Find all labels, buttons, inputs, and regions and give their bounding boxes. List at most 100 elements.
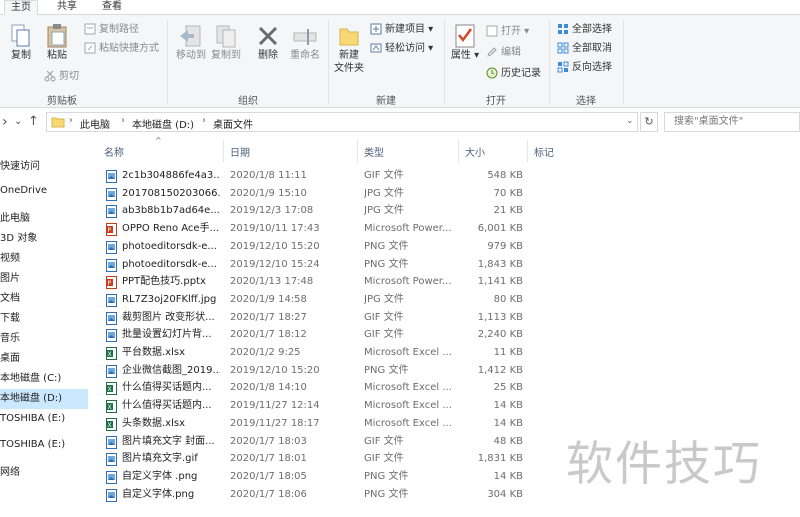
breadcrumb-desktop-files[interactable]: 桌面文件 xyxy=(213,116,253,131)
sidebar-item[interactable]: 桌面 xyxy=(0,349,88,369)
refresh-button[interactable]: ↻ xyxy=(640,112,658,132)
paste-button[interactable]: 粘贴 xyxy=(42,23,72,62)
sidebar-item-label: 图片 xyxy=(0,273,20,284)
sidebar-item[interactable]: 下载 xyxy=(0,309,88,329)
file-row[interactable]: X 什么值得买话题内... 2020/1/8 14:10 Microsoft Exce… xyxy=(104,379,534,397)
ribbon-separator xyxy=(623,20,624,104)
ribbon-separator xyxy=(328,20,329,104)
file-row[interactable]: 企业微信截图_2019... 2019/12/10 15:20 PNG 文件 1,41… xyxy=(104,362,534,380)
sidebar-item[interactable]: TOSHIBA (E:) xyxy=(0,435,88,455)
file-row[interactable]: photoeditorsdk-e... 2019/12/10 15:20 PNG 文… xyxy=(104,238,534,256)
sidebar-item[interactable]: 文档 xyxy=(0,289,88,309)
breadcrumb-separator-icon[interactable]: › xyxy=(69,115,73,126)
tab-home[interactable]: 主页 xyxy=(4,0,38,16)
column-divider[interactable] xyxy=(458,140,459,162)
file-name: 自定义字体 .png xyxy=(122,470,198,482)
column-divider[interactable] xyxy=(223,140,224,162)
properties-button[interactable]: 属性 ▾ xyxy=(450,23,480,62)
column-header-name[interactable]: 名称 xyxy=(104,144,124,159)
sidebar-item[interactable]: 视频 xyxy=(0,249,88,269)
new-item-button[interactable]: 新建项目 ▾ xyxy=(370,23,433,37)
new-folder-button[interactable]: 新建 文件夹 xyxy=(332,23,366,75)
search-input[interactable]: 搜索"桌面文件" xyxy=(664,112,800,132)
file-row[interactable]: RL7Z3oj20FKlff.jpg 2020/1/9 14:58 JPG 文件 80… xyxy=(104,291,534,309)
column-header-tags[interactable]: 标记 xyxy=(534,144,554,159)
file-type: GIF 文件 xyxy=(364,311,404,323)
sidebar-item[interactable]: TOSHIBA (E:) xyxy=(0,409,88,429)
sidebar-item[interactable]: 本地磁盘 (C:) xyxy=(0,369,88,389)
file-row[interactable]: 自定义字体.png 2020/1/7 18:06 PNG 文件 304 KB xyxy=(104,486,534,504)
sidebar-item-label: 下载 xyxy=(0,313,20,324)
breadcrumb-separator-icon[interactable]: › xyxy=(202,115,206,126)
up-arrow-icon[interactable]: ↑ xyxy=(28,114,39,129)
file-row[interactable]: P OPPO Reno Ace手... 2019/10/11 17:43 Micros… xyxy=(104,220,534,238)
copy-to-button[interactable]: 复制到 xyxy=(208,23,244,62)
sidebar-item[interactable]: 网络 xyxy=(0,463,88,483)
powerpoint-file-icon: P xyxy=(106,223,117,237)
paste-shortcut-button[interactable]: 粘贴快捷方式 xyxy=(84,42,159,56)
address-dropdown-icon[interactable]: ⌄ xyxy=(626,116,634,126)
column-header-date[interactable]: 日期 xyxy=(230,144,250,159)
file-row[interactable]: 图片填充文字 封面... 2020/1/7 18:03 GIF 文件 48 KB xyxy=(104,433,534,451)
sidebar-item[interactable]: OneDrive xyxy=(0,181,88,201)
invert-selection-button[interactable]: 反向选择 xyxy=(557,61,612,75)
image-file-icon xyxy=(106,453,117,467)
copy-button[interactable]: 复制 xyxy=(6,23,36,62)
move-to-button[interactable]: 移动到 xyxy=(173,23,209,62)
properties-label: 属性 xyxy=(450,50,471,61)
image-file-icon xyxy=(106,311,117,325)
file-row[interactable]: 201708150203066... 2020/1/9 15:10 JPG 文件 70… xyxy=(104,185,534,203)
file-row[interactable]: 裁剪图片 改变形状... 2020/1/7 18:27 GIF 文件 1,113 KB xyxy=(104,309,534,327)
sidebar-item[interactable]: 本地磁盘 (D:) xyxy=(0,389,88,409)
easy-access-button[interactable]: 轻松访问 ▾ xyxy=(370,42,433,56)
file-date: 2019/10/11 17:43 xyxy=(230,223,320,235)
file-row[interactable]: 批量设置幻灯片背... 2020/1/7 18:12 GIF 文件 2,240 KB xyxy=(104,326,534,344)
select-all-button[interactable]: 全部选择 xyxy=(557,23,612,37)
file-date: 2019/11/27 18:17 xyxy=(230,417,320,429)
file-row[interactable]: X 头条数据.xlsx 2019/11/27 18:17 Microsoft Exce… xyxy=(104,415,534,433)
file-row[interactable]: X 什么值得买话题内... 2019/11/27 12:14 Microsoft Ex… xyxy=(104,397,534,415)
file-row[interactable]: 图片填充文字.gif 2020/1/7 18:01 GIF 文件 1,831 KB xyxy=(104,450,534,468)
edit-button[interactable]: 编辑 xyxy=(486,46,521,60)
file-row[interactable]: photoeditorsdk-e... 2019/12/10 15:24 PNG 文… xyxy=(104,256,534,274)
tab-share[interactable]: 共享 xyxy=(51,0,83,15)
column-header-size[interactable]: 大小 xyxy=(465,144,485,159)
column-divider[interactable] xyxy=(527,140,528,162)
history-label: 历史记录 xyxy=(501,68,541,79)
sidebar-item-label: 3D 对象 xyxy=(0,233,38,244)
sidebar-item-label: 桌面 xyxy=(0,353,20,364)
sidebar-item[interactable]: 3D 对象 xyxy=(0,229,88,249)
breadcrumb-this-pc[interactable]: 此电脑 xyxy=(80,116,110,131)
address-bar[interactable]: › 此电脑 › 本地磁盘 (D:) › 桌面文件 ⌄ xyxy=(46,112,638,132)
column-header-type[interactable]: 类型 xyxy=(364,144,384,159)
breadcrumb-drive-d[interactable]: 本地磁盘 (D:) xyxy=(132,116,194,131)
sidebar-item[interactable]: 此电脑 xyxy=(0,209,88,229)
file-type: Microsoft Excel ... xyxy=(364,417,452,429)
cut-button[interactable]: 剪切 xyxy=(44,70,79,84)
file-row[interactable]: P PPT配色技巧.pptx 2020/1/13 17:48 Microsoft Po… xyxy=(104,273,534,291)
svg-text:X: X xyxy=(108,386,112,393)
copy-path-button[interactable]: 复制路径 xyxy=(84,23,139,37)
breadcrumb-separator-icon[interactable]: › xyxy=(121,115,125,126)
open-button[interactable]: 打开 ▾ xyxy=(486,25,529,39)
recent-dropdown-icon[interactable]: ⌄ xyxy=(14,116,22,127)
history-button[interactable]: 历史记录 xyxy=(486,67,541,81)
sidebar-item[interactable]: 图片 xyxy=(0,269,88,289)
ribbon-separator xyxy=(444,20,445,104)
file-row[interactable]: 2c1b304886fe4a3... 2020/1/8 11:11 GIF 文件 54… xyxy=(104,167,534,185)
file-row[interactable]: 自定义字体 .png 2020/1/7 18:05 PNG 文件 14 KB xyxy=(104,468,534,486)
file-row[interactable]: ab3b8b1b7ad64e... 2019/12/3 17:08 JPG 文件 21… xyxy=(104,202,534,220)
back-arrow-icon[interactable]: › xyxy=(2,114,8,130)
column-divider[interactable] xyxy=(357,140,358,162)
sidebar-item[interactable]: 快速访问 xyxy=(0,157,88,177)
rename-button[interactable]: 重命名 xyxy=(287,23,323,62)
svg-text:X: X xyxy=(108,404,112,411)
delete-button[interactable]: 删除 xyxy=(253,23,283,62)
select-none-button[interactable]: 全部取消 xyxy=(557,42,612,56)
file-type: Microsoft Excel ... xyxy=(364,382,452,394)
file-name: 批量设置幻灯片背... xyxy=(122,329,212,341)
file-size: 548 KB xyxy=(487,170,523,181)
sidebar-item[interactable]: 音乐 xyxy=(0,329,88,349)
tab-view[interactable]: 查看 xyxy=(96,0,128,15)
file-row[interactable]: X 平台数据.xlsx 2020/1/2 9:25 Microsoft Excel .… xyxy=(104,344,534,362)
